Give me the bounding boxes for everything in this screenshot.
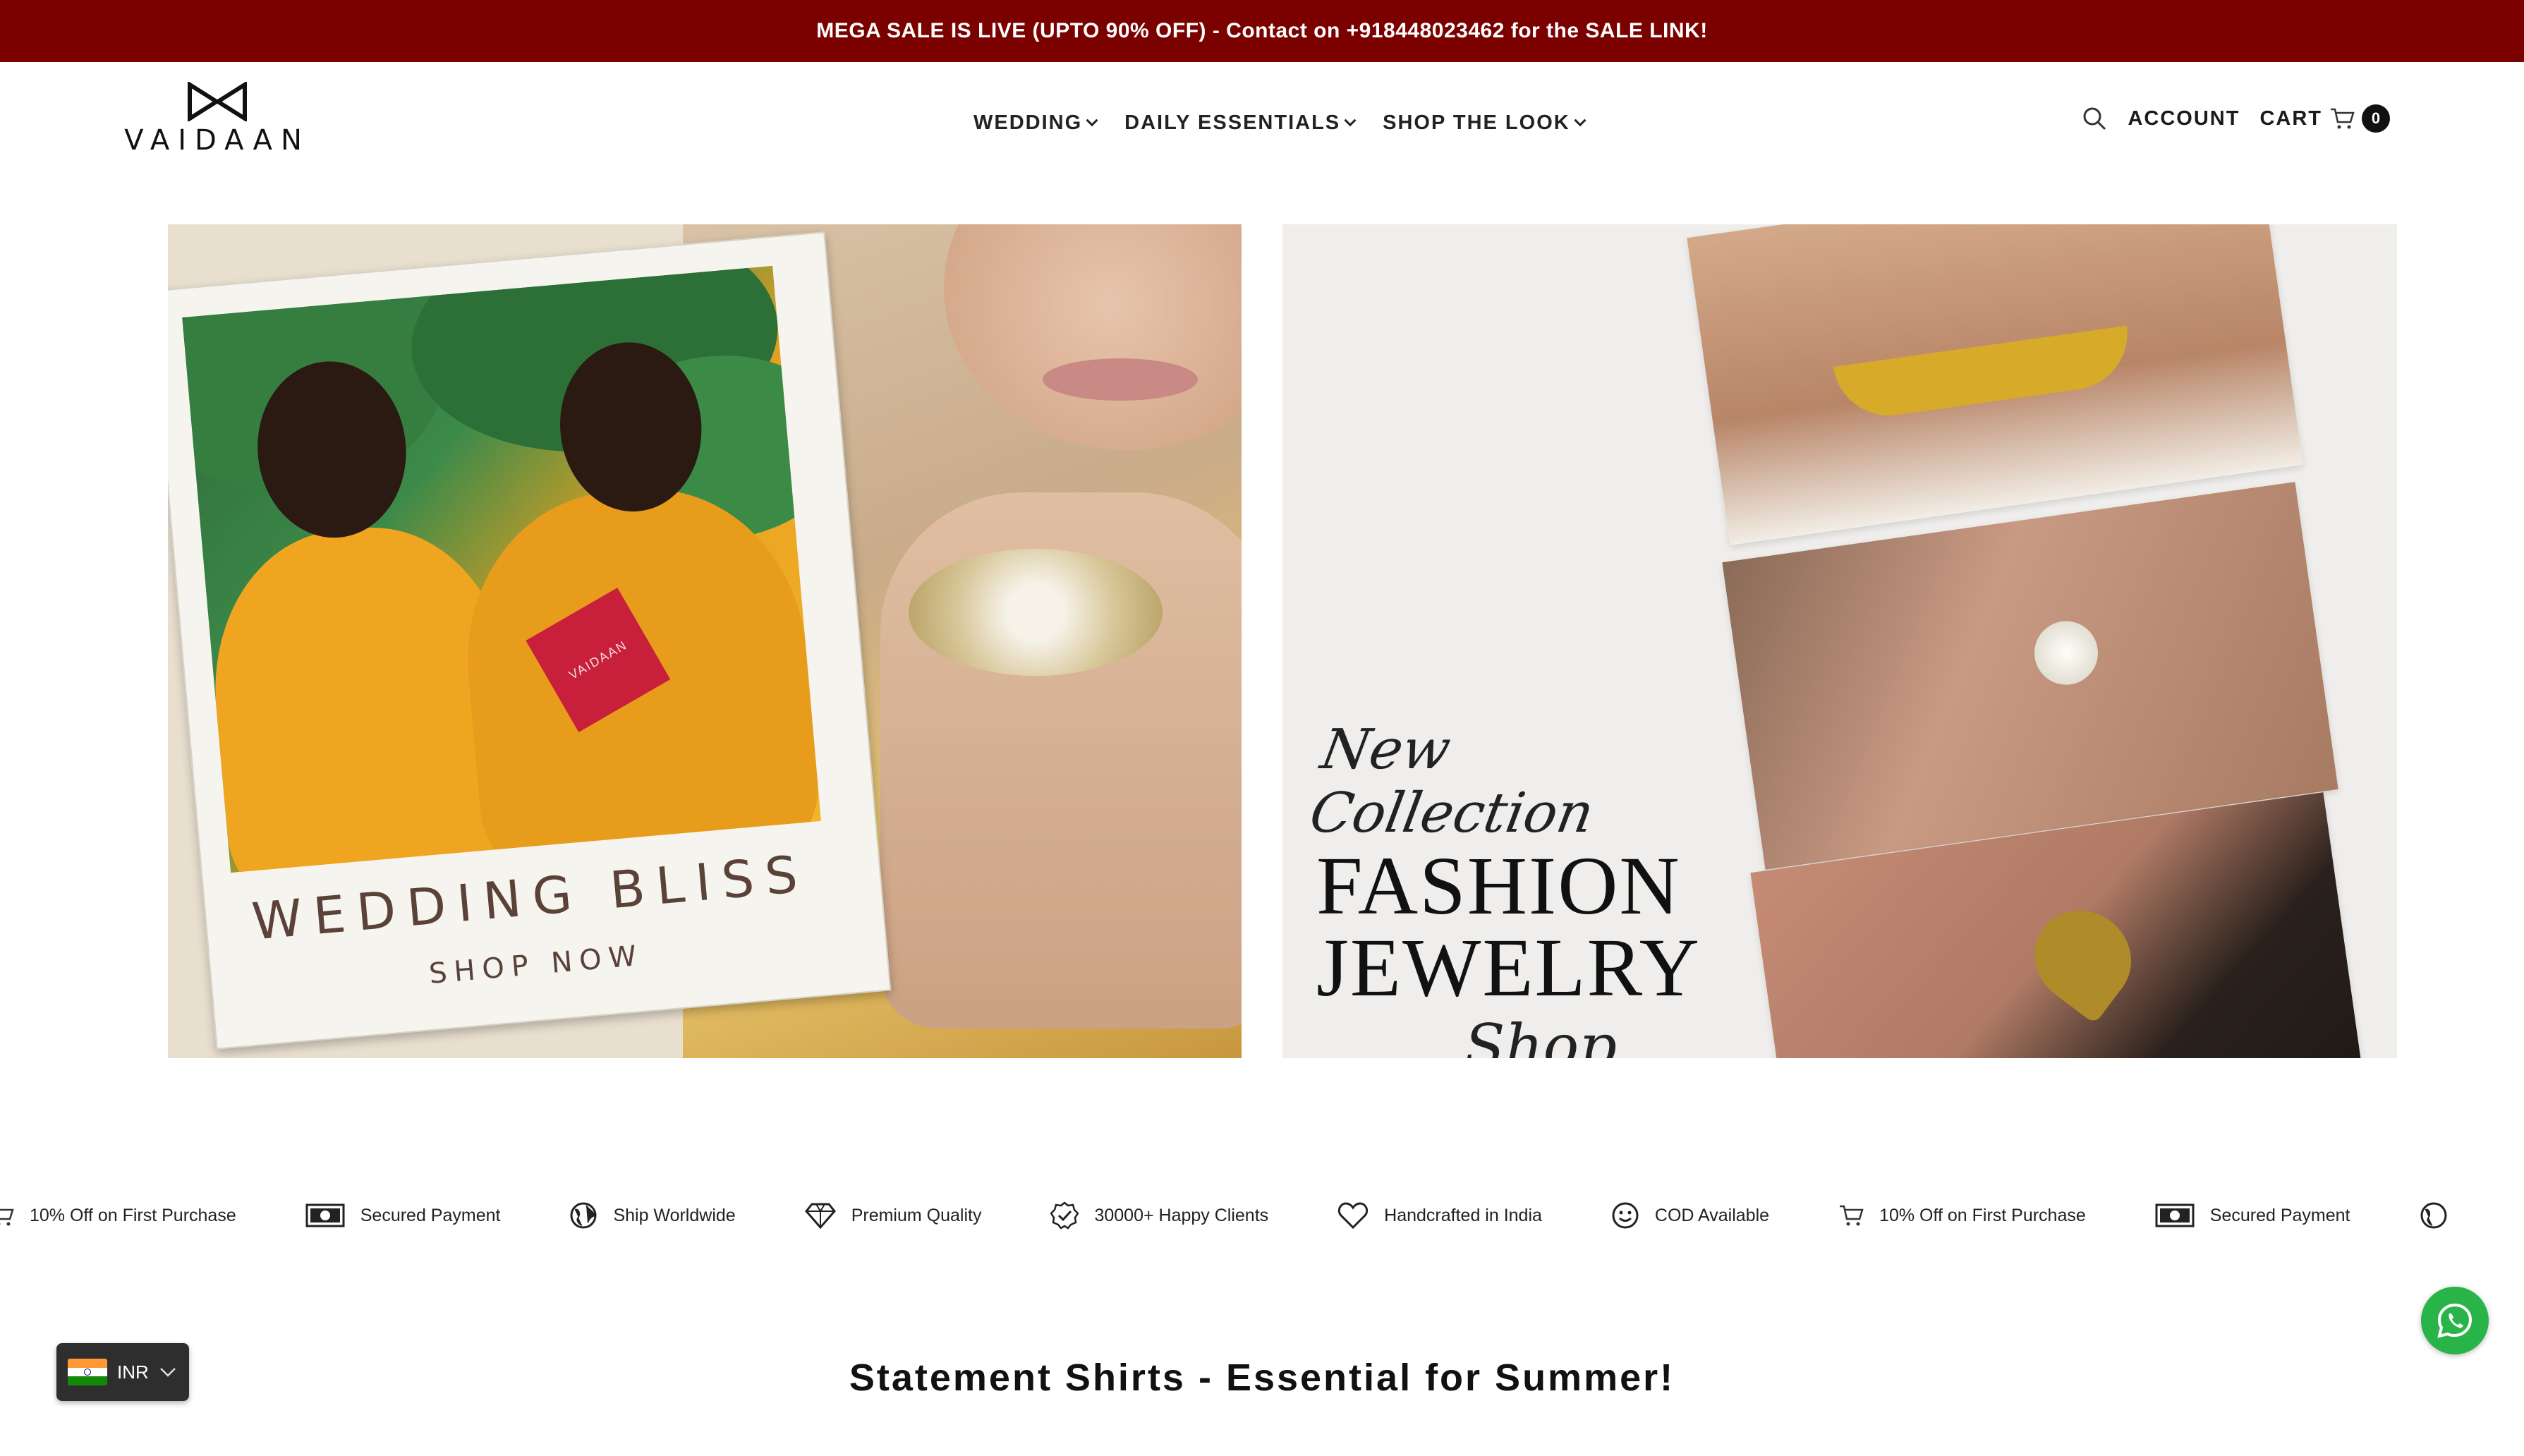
currency-code: INR	[117, 1361, 149, 1383]
heart-icon	[1338, 1202, 1369, 1230]
shop-now-link[interactable]: Shop Now	[1464, 1012, 1711, 1058]
feature-item: Secured Payment	[2155, 1202, 2350, 1229]
cart-icon	[0, 1208, 14, 1226]
polaroid-card: VAIDAAN WEDDING BLISS SHOP NOW	[168, 231, 892, 1050]
logo-text: VAIDAAN	[124, 124, 310, 157]
banner-script-top: New Collection	[1305, 718, 1598, 845]
feature-item: 10% Off on First Purchase	[1838, 1203, 2086, 1227]
banner-wedding-bliss[interactable]: VAIDAAN WEDDING BLISS SHOP NOW	[168, 224, 1242, 1058]
smile-icon	[1612, 1202, 1639, 1229]
feature-item: COD Available	[1611, 1201, 1769, 1230]
feature-item: Secured Payment	[305, 1202, 501, 1229]
diamond-icon	[804, 1203, 836, 1229]
feature-label: Premium Quality	[851, 1205, 982, 1225]
feature-item: 30000+ Happy Clients	[1050, 1201, 1268, 1230]
india-flag-icon	[68, 1359, 107, 1385]
site-header: VAIDAAN WEDDING DAILY ESSENTIALS SHOP TH…	[0, 62, 2524, 182]
feature-label: Secured Payment	[2209, 1205, 2350, 1225]
nav-label: SHOP THE LOOK	[1383, 111, 1570, 134]
gold-choker-image	[1833, 325, 2135, 423]
section-title: Statement Shirts - Essential for Summer!	[849, 1357, 1675, 1399]
feature-label: 30000+ Happy Clients	[1094, 1205, 1269, 1225]
main-nav: WEDDING DAILY ESSENTIALS SHOP THE LOOK	[973, 111, 1586, 135]
verified-badge-icon	[1050, 1201, 1079, 1230]
feature-label: 10% Off on First Purchase	[30, 1205, 236, 1225]
feature-label: Ship Worldwide	[613, 1205, 736, 1225]
features-ticker: 10% Off on First Purchase Secured Paymen…	[0, 1184, 2513, 1247]
globe-icon	[2420, 1202, 2446, 1229]
logo[interactable]: VAIDAAN	[124, 82, 302, 159]
chevron-down-icon	[1574, 114, 1586, 126]
cart-icon	[1840, 1205, 1864, 1226]
banner-line1: FASHION	[1316, 839, 1681, 932]
nav-item-daily-essentials[interactable]: DAILY ESSENTIALS	[1124, 111, 1357, 135]
header-actions: ACCOUNT CART 0	[2081, 104, 2390, 133]
nav-item-wedding[interactable]: WEDDING	[973, 111, 1098, 135]
chevron-down-icon	[1344, 114, 1357, 126]
pearl-ring-image	[909, 549, 1163, 676]
wedding-photo: VAIDAAN	[182, 265, 821, 873]
feature-item: Handcrafted in India	[1337, 1201, 1542, 1230]
feature-label: 10% Off on First Purchase	[1879, 1205, 2086, 1225]
feature-label: Handcrafted in India	[1384, 1205, 1542, 1225]
banner-fashion-jewelry[interactable]: New Collection FASHION JEWELRY Shop Now	[1282, 224, 2397, 1058]
model-lips-image	[1043, 358, 1198, 401]
gift-box-text: VAIDAAN	[566, 637, 630, 682]
feature-item	[2420, 1201, 2448, 1230]
cart-link[interactable]: CART 0	[2259, 104, 2390, 133]
banner-text-group: New Collection FASHION JEWELRY Shop Now	[1305, 718, 1711, 1058]
nav-label: WEDDING	[973, 111, 1083, 134]
cash-icon	[2155, 1203, 2195, 1227]
page: MEGA SALE IS LIVE (UPTO 90% OFF) - Conta…	[0, 0, 2524, 1456]
globe-icon	[570, 1202, 597, 1229]
feature-item: Premium Quality	[804, 1202, 982, 1229]
feature-item: 10% Off on First Purchase	[0, 1203, 236, 1227]
feature-item: Ship Worldwide	[569, 1201, 736, 1230]
search-icon[interactable]	[2081, 105, 2108, 132]
cart-label: CART	[2259, 107, 2322, 130]
cart-count-badge: 0	[2362, 104, 2390, 133]
announcement-text[interactable]: MEGA SALE IS LIVE (UPTO 90% OFF) - Conta…	[816, 19, 1707, 43]
currency-selector[interactable]: INR	[56, 1343, 189, 1401]
heart-earring-image	[2015, 891, 2150, 1024]
logo-mark-icon	[188, 82, 247, 121]
feature-label: COD Available	[1654, 1205, 1770, 1225]
feature-label: Secured Payment	[360, 1205, 501, 1225]
cash-icon	[305, 1203, 345, 1227]
banner-line2: JEWELRY	[1316, 921, 1701, 1014]
nav-label: DAILY ESSENTIALS	[1124, 111, 1341, 134]
cart-icon	[2331, 108, 2355, 129]
chevron-down-icon	[1086, 114, 1098, 126]
chevron-down-icon	[159, 1368, 176, 1377]
whatsapp-icon	[2437, 1303, 2473, 1338]
pearl-ring-image	[2030, 617, 2102, 689]
nav-item-shop-the-look[interactable]: SHOP THE LOOK	[1383, 111, 1586, 135]
whatsapp-button[interactable]	[2421, 1287, 2489, 1354]
account-link[interactable]: ACCOUNT	[2128, 107, 2240, 131]
announcement-bar[interactable]: MEGA SALE IS LIVE (UPTO 90% OFF) - Conta…	[0, 0, 2524, 62]
